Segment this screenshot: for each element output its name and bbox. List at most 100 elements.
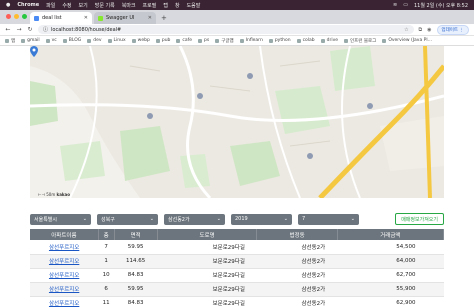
menubar-item[interactable]: 수정: [62, 2, 71, 9]
battery-icon[interactable]: ▭: [403, 2, 408, 8]
menubar-item[interactable]: 파일: [46, 2, 55, 9]
poi-icon[interactable]: [197, 93, 203, 99]
location-marker-icon[interactable]: [30, 46, 38, 57]
apartment-name-link[interactable]: 삼선푸르지오: [30, 282, 99, 297]
area-cell: 59.95: [114, 282, 158, 297]
dong-value: 삼선동2가: [168, 216, 190, 223]
maximize-window-icon[interactable]: [22, 14, 27, 19]
tab-strip: deal list ✕ Swagger UI ✕ +: [0, 10, 474, 24]
bookmark-item[interactable]: 구글맵: [215, 38, 234, 44]
bookmark-item[interactable]: BLOG: [62, 38, 82, 43]
folder-icon: [344, 38, 349, 43]
bookmark-label: BLOG: [68, 38, 82, 43]
menubar-clock[interactable]: 11월 2일 (수) 오후 8:52: [414, 2, 468, 9]
menubar-item[interactable]: 탭: [163, 2, 168, 9]
drive-icon: [320, 38, 325, 43]
bookmark-label: python: [274, 38, 291, 43]
floor-cell: 1: [98, 254, 115, 269]
back-icon[interactable]: ←: [5, 26, 11, 33]
apartment-name-link[interactable]: 삼선푸르지오: [30, 254, 99, 269]
bookmark-item[interactable]: ps: [198, 38, 209, 43]
bookmark-label: Inflearn: [245, 38, 263, 43]
menubar-item[interactable]: 프로필: [143, 2, 157, 9]
map-view[interactable]: ⊢⊣ 50m kakao: [30, 46, 444, 198]
menubar-item[interactable]: 보기: [79, 2, 88, 9]
apartment-name-link[interactable]: 삼선푸르지오: [30, 240, 99, 255]
address-bar[interactable]: ⓘ localhost:8080/house/deal# ☆: [38, 25, 414, 34]
bookmark-item[interactable]: pub: [155, 38, 170, 43]
apartment-name-link[interactable]: 삼선푸르지오: [30, 296, 99, 307]
page-viewport: ⊢⊣ 50m kakao 서울특별시 ⌄ 성북구 ⌄ 삼선동2가 ⌄ 2019 ⌄ 7 ⌄…: [0, 46, 474, 307]
new-tab-icon[interactable]: +: [158, 12, 170, 24]
bookmark-item[interactable]: python: [268, 38, 291, 43]
close-window-icon[interactable]: [6, 14, 11, 19]
wifi-icon[interactable]: ≋: [393, 2, 397, 8]
page-favicon-icon: [34, 15, 39, 21]
park-area: [330, 46, 375, 91]
bookmark-item[interactable]: gmail: [21, 38, 40, 43]
menubar-item[interactable]: 북마크: [122, 2, 136, 9]
bookmark-label: gmail: [27, 38, 40, 43]
poi-icon[interactable]: [147, 113, 153, 119]
bookmark-label: Linux: [113, 38, 126, 43]
reload-icon[interactable]: ↻: [27, 26, 33, 33]
menubar-item[interactable]: 방문 기록: [95, 2, 115, 9]
menubar-item[interactable]: 도움말: [187, 2, 201, 9]
bookmark-label: 앱: [11, 38, 16, 44]
bookmark-item[interactable]: drive: [320, 38, 339, 43]
menubar-item[interactable]: 창: [175, 2, 180, 9]
park-area: [30, 81, 58, 126]
profile-icon[interactable]: ◉: [427, 27, 431, 33]
dong-cell: 삼선동2가: [256, 282, 338, 297]
extensions-icon[interactable]: ⧉: [419, 27, 423, 33]
bookmark-item[interactable]: vc: [45, 38, 57, 43]
bookmark-label: Overview (Java Pl…: [388, 38, 433, 43]
park-area: [60, 141, 105, 181]
price-cell: 55,900: [337, 282, 444, 297]
apartment-name-link[interactable]: 삼선푸르지오: [30, 268, 99, 283]
poi-icon[interactable]: [247, 73, 253, 79]
gugun-select[interactable]: 성북구 ⌄: [97, 213, 158, 225]
bookmark-label: drive: [326, 38, 339, 43]
gugun-value: 성북구: [101, 216, 115, 223]
bookmark-label: webp: [137, 38, 150, 43]
bookmark-item[interactable]: colab: [296, 38, 315, 43]
tab-deal-list[interactable]: deal list ✕: [30, 12, 92, 24]
area-cell: 114.65: [114, 254, 158, 269]
bookmark-item[interactable]: 인프런 블로그: [344, 38, 376, 44]
fetch-deals-button[interactable]: 매매정보가져오기: [395, 213, 444, 225]
bookmark-item[interactable]: cafe: [176, 38, 192, 43]
year-select[interactable]: 2019 ⌄: [231, 213, 292, 225]
close-tab-icon[interactable]: ✕: [148, 15, 152, 21]
menubar-app-name[interactable]: Chrome: [17, 2, 39, 8]
close-tab-icon[interactable]: ✕: [84, 15, 88, 21]
minimize-window-icon[interactable]: [14, 14, 19, 19]
bookmark-item[interactable]: Overview (Java Pl…: [382, 38, 432, 43]
map-canvas[interactable]: [30, 46, 444, 198]
bookmark-item[interactable]: Linux: [107, 38, 126, 43]
dong-select[interactable]: 삼선동2가 ⌄: [164, 213, 225, 225]
scale-bar-icon: ⊢⊣: [38, 192, 45, 197]
tab-swagger-ui[interactable]: Swagger UI ✕: [94, 12, 156, 24]
bookmark-item[interactable]: 앱: [5, 38, 15, 44]
apple-icon[interactable]: ●: [6, 2, 10, 8]
area-cell: 84.83: [114, 296, 158, 307]
park-area: [180, 154, 210, 188]
bookmark-star-icon[interactable]: ☆: [404, 27, 408, 33]
sido-select[interactable]: 서울특별시 ⌄: [30, 213, 91, 225]
update-button[interactable]: 업데이트 ⋮: [436, 24, 469, 35]
bookmark-item[interactable]: dev: [87, 38, 102, 43]
folder-icon: [21, 38, 26, 43]
floor-cell: 10: [98, 268, 115, 283]
bookmark-item[interactable]: Inflearn: [239, 38, 263, 43]
month-select[interactable]: 7 ⌄: [298, 213, 359, 225]
chevron-down-icon: ⌄: [283, 216, 288, 222]
poi-icon[interactable]: [307, 153, 313, 159]
info-icon[interactable]: ⓘ: [43, 26, 48, 33]
bookmarks-bar: 앱 gmail vc BLOG dev Linux webp pub cafe …: [0, 36, 474, 46]
poi-icon[interactable]: [367, 103, 373, 109]
bookmark-item[interactable]: webp: [131, 38, 150, 43]
floor-cell: 7: [98, 240, 115, 255]
forward-icon[interactable]: →: [16, 26, 22, 33]
dong-cell: 삼선동2가: [256, 254, 338, 269]
